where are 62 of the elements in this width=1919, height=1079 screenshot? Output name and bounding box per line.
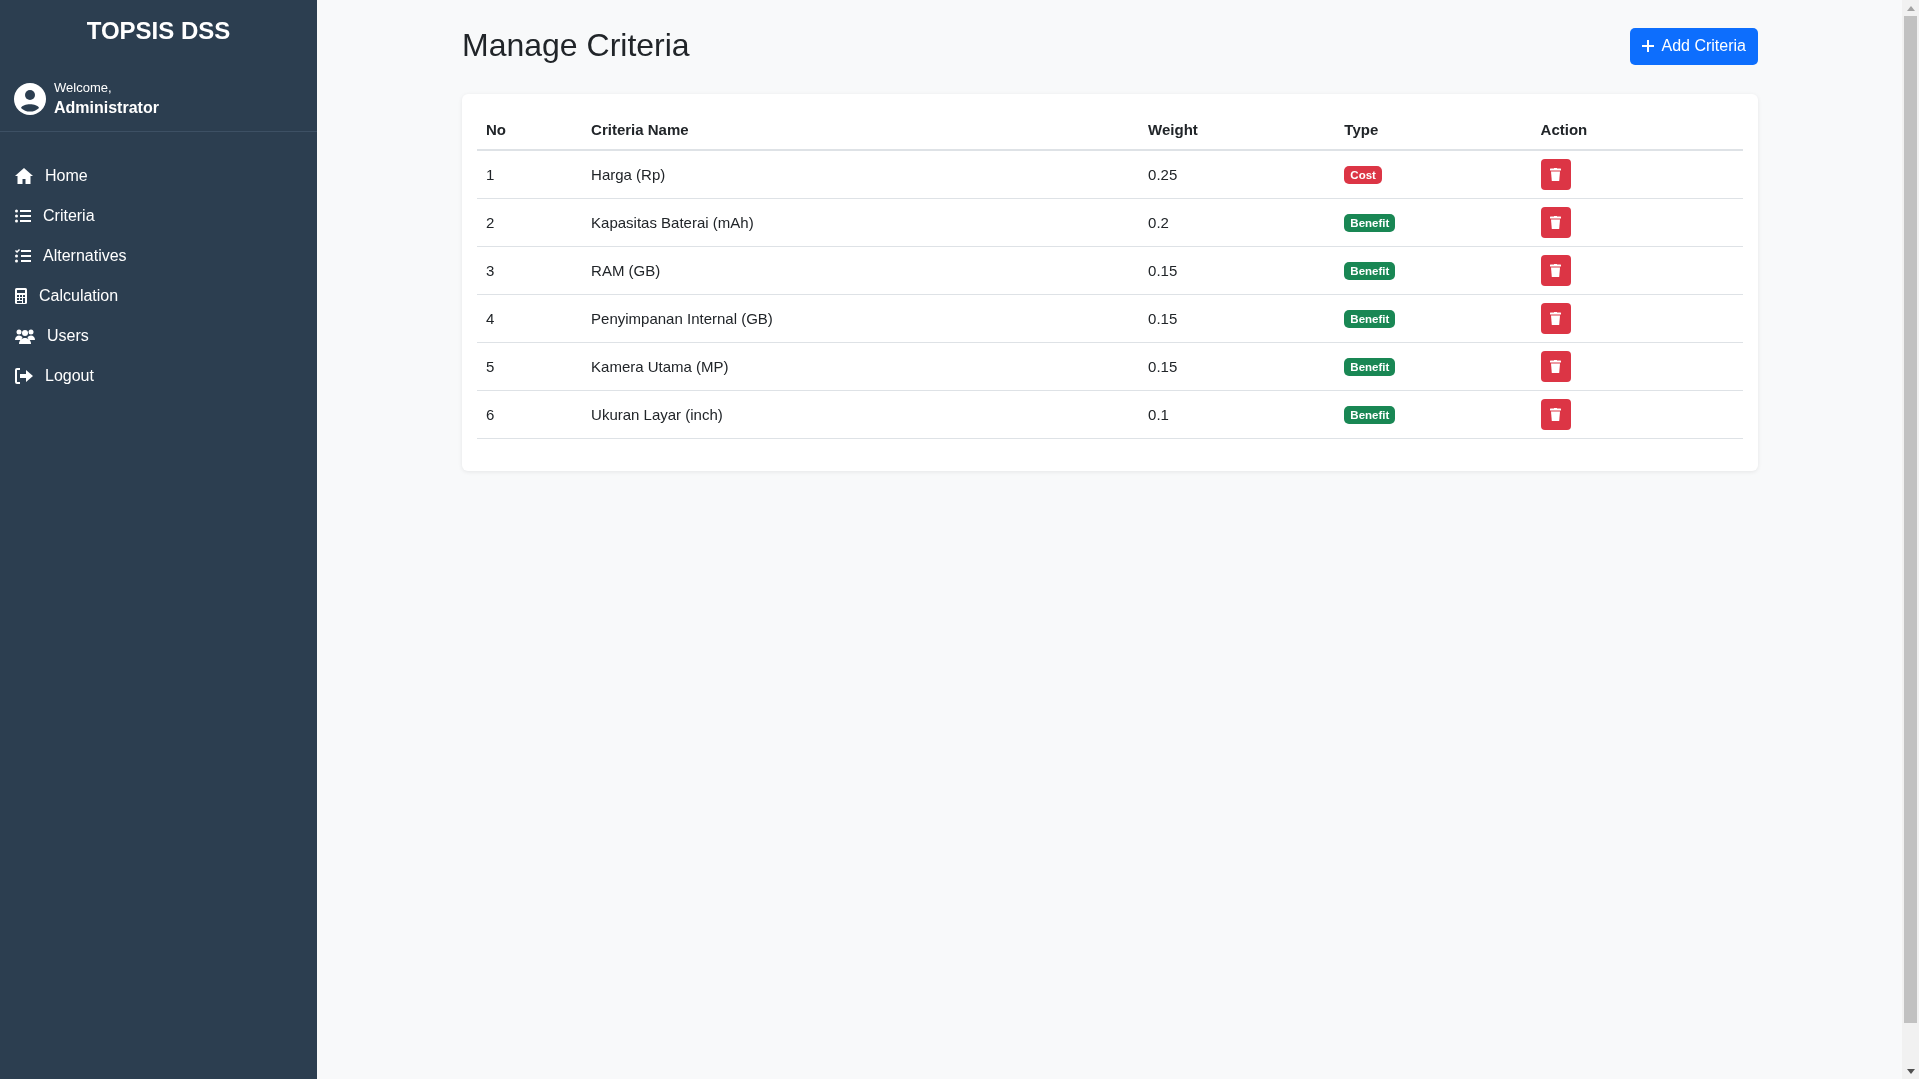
delete-button[interactable]	[1540, 351, 1571, 382]
home-icon	[15, 168, 33, 184]
calculator-icon	[15, 288, 27, 304]
sidebar-link[interactable]: Calculation	[0, 276, 317, 316]
logout-icon	[15, 368, 33, 384]
criteria-name: Kamera Utama (MP)	[582, 342, 1140, 391]
delete-button[interactable]	[1540, 303, 1571, 334]
row-number: 5	[477, 342, 583, 391]
weight-value: 0.15	[1139, 294, 1336, 343]
plus-icon	[1641, 40, 1654, 52]
scrollbar-thumb[interactable]	[1904, 16, 1917, 1023]
sidebar-link[interactable]: Home	[0, 156, 317, 196]
user-avatar-icon	[14, 82, 46, 115]
app-title: TOPSIS DSS	[85, 16, 232, 46]
user-name: Administrator	[54, 99, 159, 117]
scroll-down-icon[interactable]	[1906, 1068, 1915, 1074]
weight-value: 0.15	[1139, 246, 1336, 295]
criteria-name: Harga (Rp)	[582, 150, 1140, 199]
criteria-name: Penyimpanan Internal (GB)	[582, 294, 1140, 343]
checklist-icon	[15, 249, 31, 263]
sidebar-link[interactable]: Alternatives	[0, 236, 317, 276]
welcome-text: Welcome,	[54, 80, 113, 95]
column-header: Action	[1531, 109, 1743, 150]
type-badge: Benefit	[1344, 358, 1396, 376]
type-badge: Benefit	[1344, 214, 1396, 232]
weight-value: 0.25	[1139, 150, 1336, 199]
row-number: 3	[477, 246, 583, 295]
users-icon	[15, 328, 35, 344]
weight-value: 0.15	[1139, 342, 1336, 391]
criteria-name: Kapasitas Baterai (mAh)	[582, 198, 1140, 247]
row-number: 4	[477, 294, 583, 343]
criteria-name: Ukuran Layar (inch)	[582, 390, 1140, 439]
trash-icon	[1550, 216, 1562, 229]
page-title: Manage Criteria	[462, 26, 690, 65]
trash-icon	[1550, 264, 1562, 277]
add-criteria-button[interactable]: Add Criteria	[1629, 27, 1758, 65]
sidebar-link[interactable]: Users	[0, 316, 317, 356]
type-badge: Cost	[1344, 166, 1382, 184]
row-number: 1	[477, 150, 583, 199]
column-header: Criteria Name	[582, 109, 1140, 150]
weight-value: 0.1	[1139, 390, 1336, 439]
column-header: Weight	[1139, 109, 1336, 150]
row-number: 2	[477, 198, 583, 247]
list-icon	[15, 209, 31, 223]
trash-icon	[1550, 312, 1562, 325]
delete-button[interactable]	[1540, 159, 1571, 190]
row-number: 6	[477, 390, 583, 439]
trash-icon	[1550, 168, 1562, 181]
criteria-name: RAM (GB)	[582, 246, 1140, 295]
weight-value: 0.2	[1139, 198, 1336, 247]
type-badge: Benefit	[1344, 310, 1396, 328]
column-header: Type	[1335, 109, 1532, 150]
type-badge: Benefit	[1344, 262, 1396, 280]
delete-button[interactable]	[1540, 255, 1571, 286]
type-badge: Benefit	[1344, 406, 1396, 424]
sidebar-link[interactable]: Logout	[0, 356, 317, 396]
column-header: No	[477, 109, 583, 150]
delete-button[interactable]	[1540, 399, 1571, 430]
trash-icon	[1550, 408, 1562, 421]
trash-icon	[1550, 360, 1562, 373]
sidebar-link[interactable]: Criteria	[0, 196, 317, 236]
delete-button[interactable]	[1540, 207, 1571, 238]
